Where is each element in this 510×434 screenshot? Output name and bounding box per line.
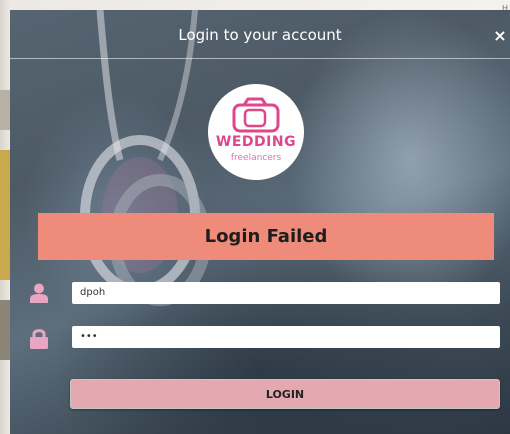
background-page-strip: [0, 90, 10, 130]
user-icon: [30, 283, 48, 303]
login-button-label: LOGIN: [265, 387, 305, 401]
login-failed-alert: Login Failed: [38, 213, 494, 260]
login-modal: Login to your account × WEDDING freelanc…: [10, 10, 510, 434]
modal-title: Login to your account: [178, 26, 342, 44]
background-page-strip: [0, 150, 10, 280]
logo-subtitle: freelancers: [230, 153, 282, 163]
camera-logo-icon: [232, 97, 280, 133]
close-icon[interactable]: ×: [492, 28, 508, 44]
wedding-freelancers-logo: WEDDING freelancers: [208, 84, 304, 180]
password-field[interactable]: •••: [72, 326, 500, 348]
username-field[interactable]: dpoh: [72, 282, 500, 304]
logo-wordmark: WEDDING: [215, 134, 297, 150]
lock-icon: [30, 329, 48, 349]
login-button[interactable]: LOGIN: [70, 379, 500, 409]
background-page-strip: [0, 300, 10, 360]
modal-header: Login to your account ×: [10, 10, 510, 59]
alert-message: Login Failed: [204, 226, 328, 247]
